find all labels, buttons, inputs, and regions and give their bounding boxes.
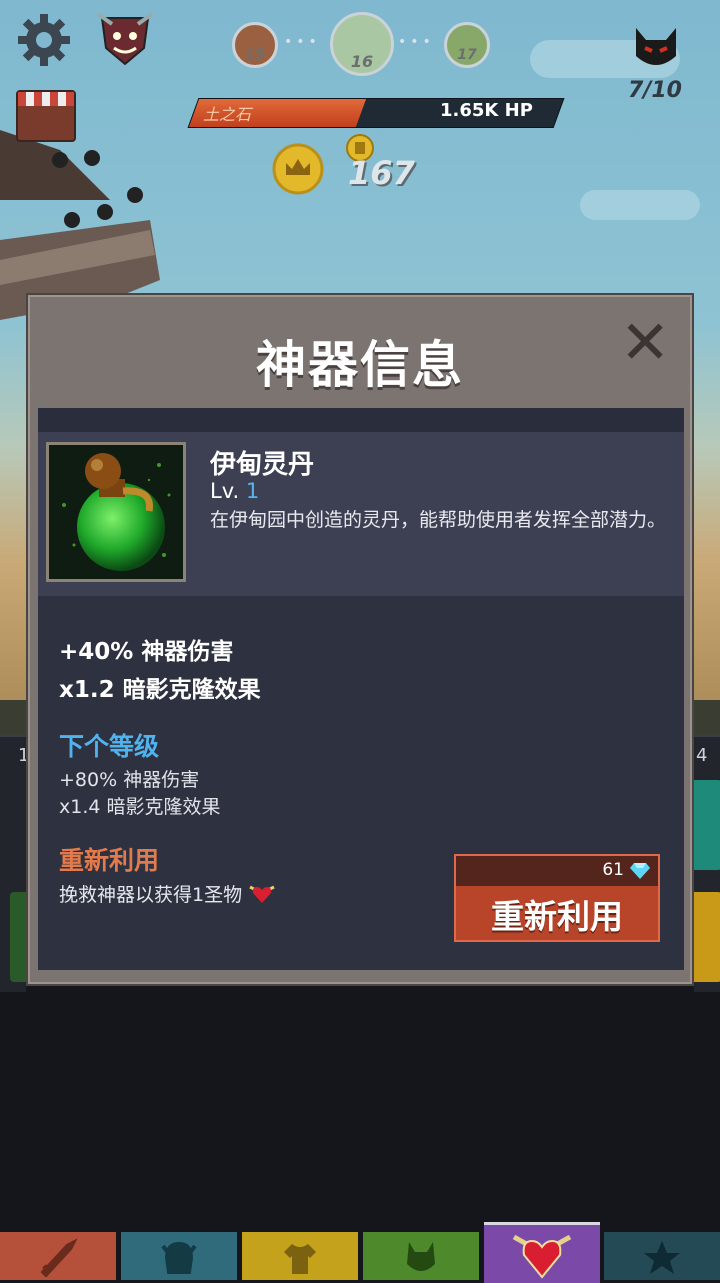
- stage-node-current: 16: [330, 12, 394, 76]
- cloud: [580, 190, 700, 220]
- level-number: 1: [245, 479, 260, 503]
- diamond-icon: [630, 863, 650, 879]
- stage-number: 17: [457, 47, 477, 63]
- side-number-right: 4: [696, 745, 708, 766]
- pet-icon: [407, 1242, 435, 1271]
- level-prefix: Lv.: [210, 479, 240, 503]
- recycle-button-label: 重新利用: [491, 897, 623, 936]
- tab-artifacts[interactable]: [484, 1222, 600, 1283]
- stage-connector: •••: [398, 34, 435, 50]
- next-level-title: 下个等级: [59, 732, 160, 761]
- recycle-title: 重新利用: [59, 846, 160, 875]
- boss-hp-value: 1.65K HP: [440, 100, 533, 121]
- stage-connector: •••: [284, 34, 321, 50]
- shop-stall-icon[interactable]: [16, 90, 76, 142]
- tab-achievements[interactable]: [604, 1232, 720, 1280]
- tab-pets[interactable]: [363, 1232, 479, 1280]
- tab-armor[interactable]: [242, 1232, 358, 1280]
- stage-node: 17: [444, 22, 490, 68]
- artifact-info-dialog: 神器信息 ✕ 伊甸灵丹 Lv. 1 在伊甸园中创造的灵丹，能帮助使用者发挥全部潜…: [26, 293, 694, 986]
- boss-name: 土之石: [203, 105, 252, 124]
- stage-node: 15: [232, 22, 278, 68]
- gold-amount: 167: [348, 154, 415, 192]
- settings-gear-icon[interactable]: [16, 12, 72, 68]
- next-level-stat: +80% 神器伤害: [59, 769, 200, 791]
- recycle-cost-bar: 61: [456, 856, 658, 886]
- star-icon: [644, 1241, 680, 1274]
- demon-shield-icon[interactable]: [96, 12, 154, 66]
- current-stat: x1.2 暗影克隆效果: [59, 677, 261, 703]
- artifact-level: Lv. 1: [210, 479, 259, 503]
- crown-coin-icon[interactable]: [272, 143, 324, 195]
- artifact-name: 伊甸灵丹: [210, 450, 315, 480]
- artifact-description: 在伊甸园中创造的灵丹，能帮助使用者发挥全部潜力。: [210, 509, 667, 531]
- stage-number: 15: [245, 47, 265, 63]
- winged-heart-icon: [512, 1234, 572, 1279]
- close-button[interactable]: ✕: [620, 313, 670, 373]
- recycle-description: 挽救神器以获得1圣物: [59, 880, 276, 907]
- tab-heroes[interactable]: [121, 1232, 237, 1280]
- next-level-stat: x1.4 暗影克隆效果: [59, 796, 221, 818]
- current-stat: +40% 神器伤害: [59, 639, 234, 665]
- enemy-wave-counter: 7/10: [628, 78, 682, 103]
- tab-weapons[interactable]: [0, 1232, 116, 1280]
- recycle-cost: 61: [602, 860, 624, 880]
- stage-number: 16: [350, 52, 374, 71]
- shirt-icon: [284, 1244, 316, 1274]
- artifact-image-frame: [46, 442, 186, 582]
- helmet-icon: [161, 1241, 197, 1274]
- enemy-demon-icon: [636, 28, 676, 65]
- dialog-content: 伊甸灵丹 Lv. 1 在伊甸园中创造的灵丹，能帮助使用者发挥全部潜力。 +40%…: [38, 408, 684, 970]
- recycle-button[interactable]: 61 重新利用: [454, 854, 660, 942]
- relic-heart-icon: [249, 885, 275, 903]
- dialog-title: 神器信息: [256, 336, 464, 394]
- elixir-potion-icon: [49, 445, 183, 579]
- recycle-description-text: 挽救神器以获得1圣物: [59, 884, 243, 906]
- sword-icon: [40, 1238, 78, 1278]
- artifact-header: 伊甸灵丹 Lv. 1 在伊甸园中创造的灵丹，能帮助使用者发挥全部潜力。: [38, 432, 684, 596]
